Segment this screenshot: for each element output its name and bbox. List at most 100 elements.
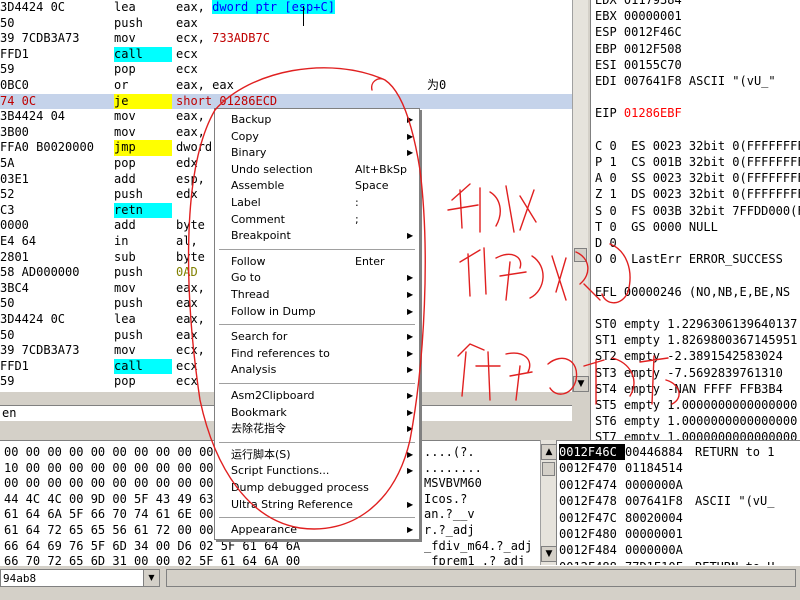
stack-pane[interactable]: 0012F46C 00446884 RETURN to 1 0012F470 01184… xyxy=(556,440,800,565)
menu-item[interactable]: Binary ▶ xyxy=(217,145,417,161)
stack-row[interactable]: 0012F474 0000000A xyxy=(559,477,695,493)
register-line[interactable] xyxy=(595,300,800,316)
operand-text: ecx xyxy=(176,374,198,389)
register-line[interactable]: ESI 00155C70 xyxy=(595,57,800,73)
dump-ascii: an.?__v xyxy=(424,507,475,522)
stack-row[interactable]: 0012F46C 00446884 RETURN to 1 xyxy=(559,444,775,461)
scroll-up-icon[interactable]: ▲ xyxy=(541,444,557,460)
register-line[interactable]: ST2 empty -2.3891542583024 xyxy=(595,348,800,364)
menu-item[interactable]: 去除花指令 ▶ xyxy=(217,421,417,437)
register-line[interactable]: O 0 LastErr ERROR_SUCCESS xyxy=(595,251,800,267)
stack-val: 00446884 xyxy=(625,445,683,459)
register-line[interactable]: EIP 01286EBF xyxy=(595,105,800,121)
register-line[interactable]: ST4 empty -NAN FFFF FFB3B4 xyxy=(595,381,800,397)
disasm-mnemonic: call xyxy=(114,46,172,63)
command-combobox[interactable]: ▼ xyxy=(0,569,160,587)
register-line[interactable]: EBP 0012F508 xyxy=(595,41,800,57)
stack-val: 0000000A xyxy=(625,543,683,558)
menu-item[interactable]: 运行脚本(S) ▶ xyxy=(217,447,417,463)
register-line[interactable]: ST5 empty 1.0000000000000000 xyxy=(595,397,800,413)
stack-row[interactable]: 0012F470 01184514 xyxy=(559,460,695,476)
register-line[interactable] xyxy=(595,122,800,138)
menu-item[interactable]: Copy ▶ xyxy=(217,129,417,145)
stack-addr: 0012F484 xyxy=(559,543,617,558)
operand-text: edx xyxy=(176,156,198,170)
menu-item[interactable]: Dump debugged process xyxy=(217,480,417,496)
scroll-down-icon[interactable]: ▼ xyxy=(541,546,557,562)
menu-item[interactable]: Undo selection Alt+BkSp xyxy=(217,162,417,178)
register-line[interactable]: D 0 xyxy=(595,235,800,251)
disassembly-scrollbar[interactable]: ▼ xyxy=(572,0,589,392)
register-line[interactable]: ST0 empty 1.2296306139640137 xyxy=(595,316,800,332)
menu-item[interactable]: Ultra String Reference ▶ xyxy=(217,497,417,513)
register-line[interactable] xyxy=(595,267,800,283)
scrollbar-thumb[interactable] xyxy=(542,462,555,476)
register-line[interactable]: EDI 007641F8 ASCII "(vU_" xyxy=(595,73,800,89)
disasm-mnemonic: mov xyxy=(114,343,136,358)
stack-row[interactable]: 0012F484 0000000A xyxy=(559,542,695,558)
register-line[interactable]: T 0 GS 0000 NULL xyxy=(595,219,800,235)
dump-scrollbar[interactable]: ▲ ▼ xyxy=(540,440,557,565)
operand-text: ecx xyxy=(176,62,198,77)
scrollbar-thumb[interactable] xyxy=(574,248,587,262)
operand-text: esp, xyxy=(176,171,205,186)
menu-item[interactable]: Assemble Space xyxy=(217,178,417,194)
registers-pane[interactable]: EDX 01179384 EBX 00000001 ESP 0012F46C EBP … xyxy=(590,0,800,440)
disasm-row[interactable]: 59 pop ecx xyxy=(0,62,572,78)
operand-text: eax, xyxy=(176,280,205,295)
context-menu[interactable]: Backup ▶ Copy ▶ Binary ▶ Undo selection Alt+BkS… xyxy=(214,108,420,540)
disasm-row[interactable]: 74 0C je short 01286ECD xyxy=(0,93,572,110)
menu-item[interactable]: Appearance ▶ xyxy=(217,522,417,538)
scroll-down-icon[interactable]: ▼ xyxy=(573,376,589,392)
register-line[interactable]: S 0 FS 003B 32bit 7FFDD000(FFF) xyxy=(595,203,800,219)
register-line[interactable]: ST6 empty 1.0000000000000000 xyxy=(595,413,800,429)
register-text: ST4 empty -NAN FFFF FFB3B4 xyxy=(595,381,783,396)
dump-row[interactable]: 66 70 72 65 6D 31 00 00 02 5F 61 64 6A 0… xyxy=(4,554,540,565)
stack-cm: RETURN to 1 xyxy=(695,445,775,459)
menu-item[interactable]: Find references to ▶ xyxy=(217,346,417,362)
menu-item[interactable]: Comment; xyxy=(217,212,417,228)
menu-item[interactable]: Label: xyxy=(217,195,417,211)
register-line[interactable]: ST3 empty -7.5692839761310 xyxy=(595,365,800,381)
operand-text: dword xyxy=(176,140,213,155)
register-line[interactable]: ESP 0012F46C xyxy=(595,24,800,40)
menu-item[interactable]: Follow Enter xyxy=(217,254,417,270)
menu-item[interactable]: Script Functions... ▶ xyxy=(217,463,417,479)
command-input[interactable] xyxy=(1,570,143,586)
menu-item[interactable]: Analysis ▶ xyxy=(217,362,417,378)
dump-row[interactable]: 66 64 69 76 5F 6D 34 00 D6 02 5F 61 64 6… xyxy=(4,539,540,555)
menu-item[interactable]: Backup ▶ xyxy=(217,112,417,128)
register-line[interactable]: A 0 SS 0023 32bit 0(FFFFFFFF) xyxy=(595,170,800,186)
menu-item-label: Follow xyxy=(231,254,266,268)
register-line[interactable]: C 0 ES 0023 32bit 0(FFFFFFFF) xyxy=(595,138,800,154)
register-line[interactable]: EDX 01179384 xyxy=(595,0,800,8)
menu-item[interactable]: Thread ▶ xyxy=(217,287,417,303)
menu-item[interactable]: Search for ▶ xyxy=(217,329,417,345)
register-line[interactable]: P 1 CS 001B 32bit 0(FFFFFFFF) xyxy=(595,154,800,170)
chevron-down-icon[interactable]: ▼ xyxy=(143,570,159,586)
register-line[interactable]: EBX 00000001 xyxy=(595,8,800,24)
register-line[interactable]: ST1 empty 1.8269800367145951 xyxy=(595,332,800,348)
disasm-row[interactable]: 3D4424 0C lea eax, dword ptr [esp+C] xyxy=(0,0,572,16)
register-line[interactable]: EFL 00000246 (NO,NB,E,BE,NS xyxy=(595,284,800,300)
disasm-row[interactable]: 50 push eax xyxy=(0,16,572,32)
disasm-row[interactable]: FFD1 call ecx xyxy=(0,46,572,63)
register-line[interactable] xyxy=(595,89,800,105)
submenu-arrow-icon: ▶ xyxy=(407,290,414,299)
register-text: S 0 FS 003B 32bit 7FFDD000(FFF) xyxy=(595,203,800,218)
menu-item[interactable]: Follow in Dump ▶ xyxy=(217,304,417,320)
stack-row[interactable]: 0012F480 00000001 xyxy=(559,526,695,542)
register-line[interactable]: Z 1 DS 0023 32bit 0(FFFFFFFF) xyxy=(595,186,800,202)
disasm-row[interactable]: 39 7CDB3A73 mov ecx, 733ADB7C xyxy=(0,31,572,47)
register-line[interactable]: ST7 empty 1.0000000000000000 xyxy=(595,429,800,440)
menu-item[interactable]: Asm2Clipboard ▶ xyxy=(217,388,417,404)
menu-item[interactable]: Go to ▶ xyxy=(217,270,417,286)
stack-row[interactable]: 0012F47C 80020004 xyxy=(559,510,695,526)
disasm-row[interactable]: 0BC0 or eax, eax 为0 xyxy=(0,78,572,94)
menu-item[interactable]: Bookmark ▶ xyxy=(217,405,417,421)
operand-text: eax, xyxy=(176,124,205,139)
stack-row[interactable]: 0012F478 007641F8 ASCII "(vU_ xyxy=(559,493,774,509)
menu-item[interactable]: Breakpoint ▶ xyxy=(217,228,417,244)
menu-item-label: Script Functions... xyxy=(231,464,330,478)
register-text: EBP 0012F508 xyxy=(595,41,682,56)
